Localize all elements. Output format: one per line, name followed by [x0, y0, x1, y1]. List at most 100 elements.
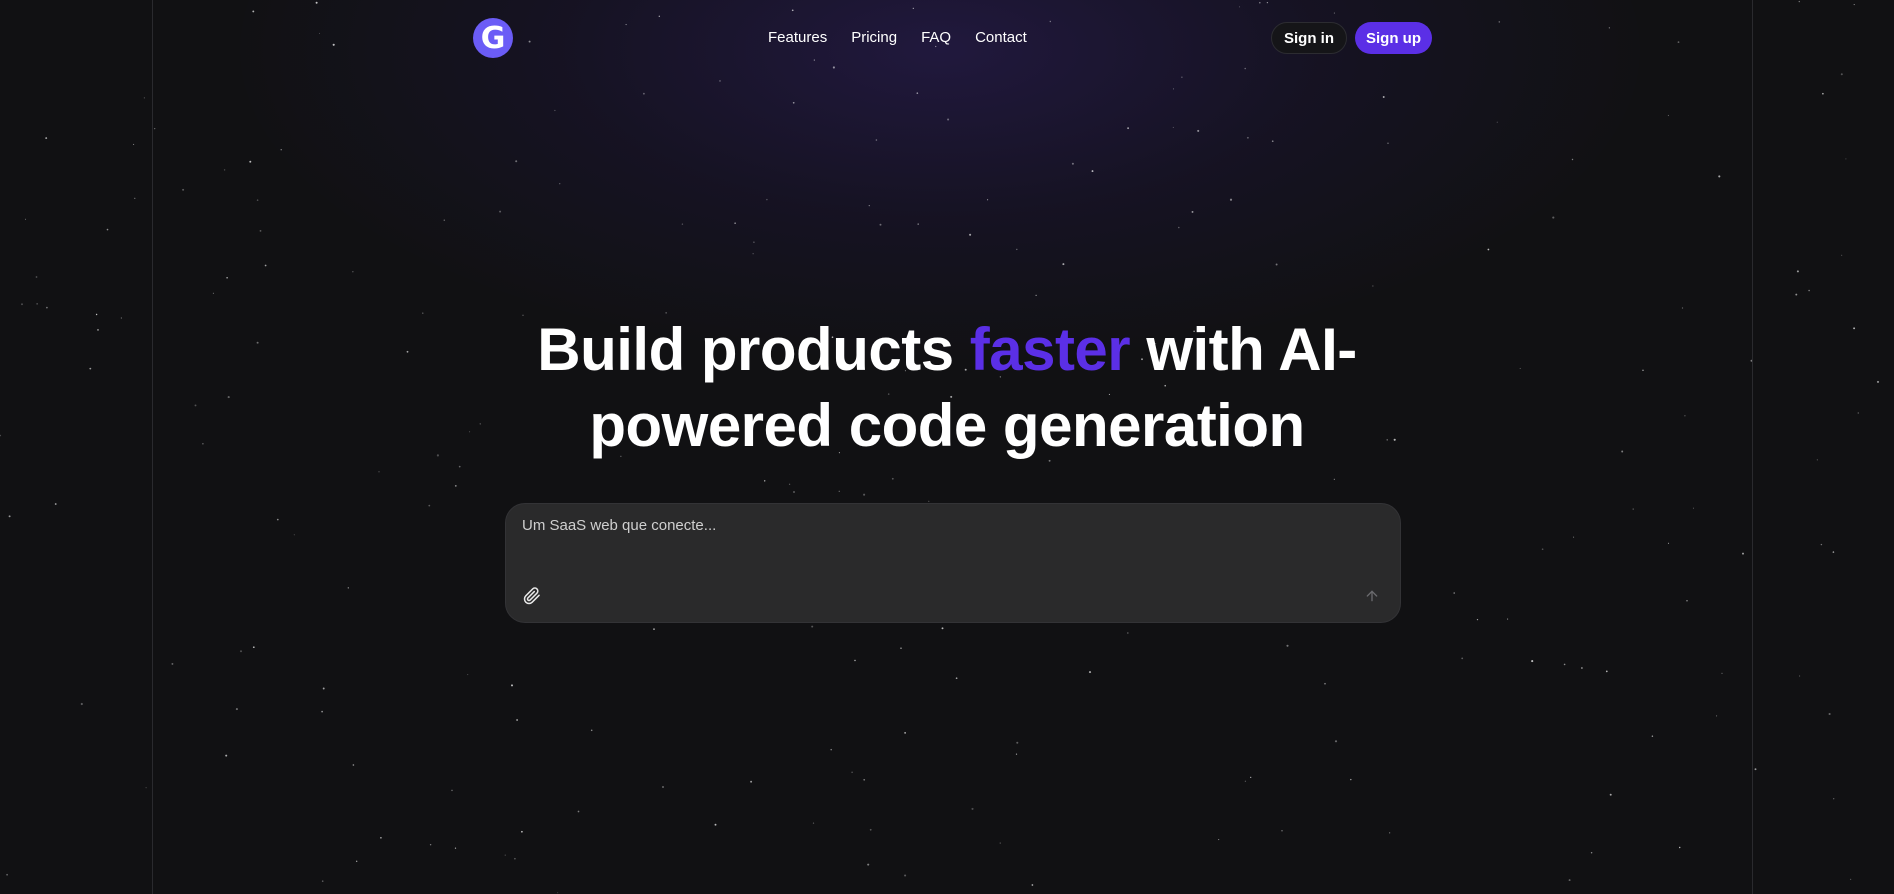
star — [788, 483, 791, 485]
star — [514, 857, 516, 860]
star — [1692, 507, 1695, 509]
star — [1271, 140, 1274, 143]
star — [854, 659, 856, 662]
star — [867, 863, 870, 866]
logo-letter: G — [480, 20, 506, 56]
nav-link-contact[interactable]: Contact — [975, 26, 1027, 50]
star — [830, 748, 832, 751]
star — [681, 223, 684, 225]
star — [1718, 175, 1721, 178]
star — [900, 647, 902, 649]
star — [653, 628, 655, 630]
star — [752, 253, 754, 255]
star — [89, 367, 92, 370]
star — [1590, 852, 1593, 854]
star — [1642, 369, 1644, 372]
star — [21, 303, 23, 306]
star — [35, 276, 38, 278]
star — [171, 662, 174, 665]
star — [868, 204, 870, 207]
star — [1571, 158, 1574, 161]
star — [1191, 210, 1194, 213]
star — [145, 787, 147, 789]
star — [1798, 0, 1800, 3]
star — [1062, 263, 1065, 266]
star — [1244, 67, 1246, 70]
nav-link-pricing[interactable]: Pricing — [851, 26, 897, 50]
star — [1178, 226, 1180, 229]
star — [1632, 508, 1634, 510]
star — [1453, 592, 1455, 594]
star — [194, 404, 197, 407]
star — [0, 434, 2, 437]
star — [1808, 289, 1810, 292]
sign-in-button[interactable]: Sign in — [1271, 22, 1347, 54]
star — [321, 710, 323, 713]
star — [1799, 675, 1801, 677]
star — [154, 128, 156, 130]
star — [499, 210, 502, 213]
star — [1667, 542, 1670, 544]
star — [1568, 879, 1571, 882]
background-glow — [240, 0, 1640, 360]
star — [1127, 127, 1130, 130]
star — [515, 160, 518, 163]
star — [869, 828, 872, 831]
star — [1820, 543, 1823, 546]
star — [259, 229, 262, 232]
star — [928, 500, 930, 502]
star — [322, 687, 325, 690]
star — [182, 188, 185, 191]
star — [763, 480, 766, 482]
send-button[interactable] — [1360, 584, 1384, 608]
main-nav: Features Pricing FAQ Contact — [768, 26, 1027, 50]
star — [6, 873, 8, 876]
prompt-box — [505, 503, 1401, 623]
star — [95, 313, 98, 316]
star — [863, 778, 866, 781]
star — [521, 830, 523, 833]
star — [917, 223, 919, 225]
hero-title: Build products faster with AI-powered co… — [447, 312, 1447, 464]
star — [352, 764, 355, 766]
brand-logo[interactable]: G — [473, 18, 513, 58]
nav-link-features[interactable]: Features — [768, 26, 827, 50]
prompt-input[interactable] — [522, 516, 1382, 556]
star — [1681, 307, 1684, 309]
star — [642, 92, 645, 95]
star — [625, 24, 627, 26]
star — [249, 160, 252, 163]
star — [1324, 682, 1326, 685]
star — [813, 59, 815, 61]
star — [1563, 663, 1566, 666]
star — [504, 854, 506, 856]
star — [1476, 618, 1479, 621]
star — [1229, 198, 1233, 201]
star — [1519, 367, 1521, 369]
star — [1742, 552, 1744, 555]
star — [223, 169, 226, 171]
nav-link-faq[interactable]: FAQ — [921, 26, 951, 50]
star — [1389, 832, 1391, 834]
left-guide-line — [152, 0, 153, 894]
star — [1667, 114, 1669, 117]
star — [276, 518, 279, 521]
sign-up-button[interactable]: Sign up — [1355, 22, 1432, 54]
star — [1275, 263, 1278, 266]
star — [1840, 73, 1843, 76]
star — [226, 276, 228, 279]
star — [133, 143, 135, 145]
star — [356, 860, 358, 862]
star — [1259, 1, 1261, 4]
star — [1531, 660, 1534, 663]
attach-button[interactable] — [520, 584, 544, 608]
star — [1552, 216, 1555, 219]
paperclip-icon — [523, 587, 540, 605]
star — [851, 771, 853, 774]
star — [904, 874, 907, 877]
star — [134, 197, 136, 199]
star — [1016, 248, 1018, 251]
star — [378, 471, 380, 473]
star — [947, 118, 950, 121]
star — [1487, 248, 1490, 251]
